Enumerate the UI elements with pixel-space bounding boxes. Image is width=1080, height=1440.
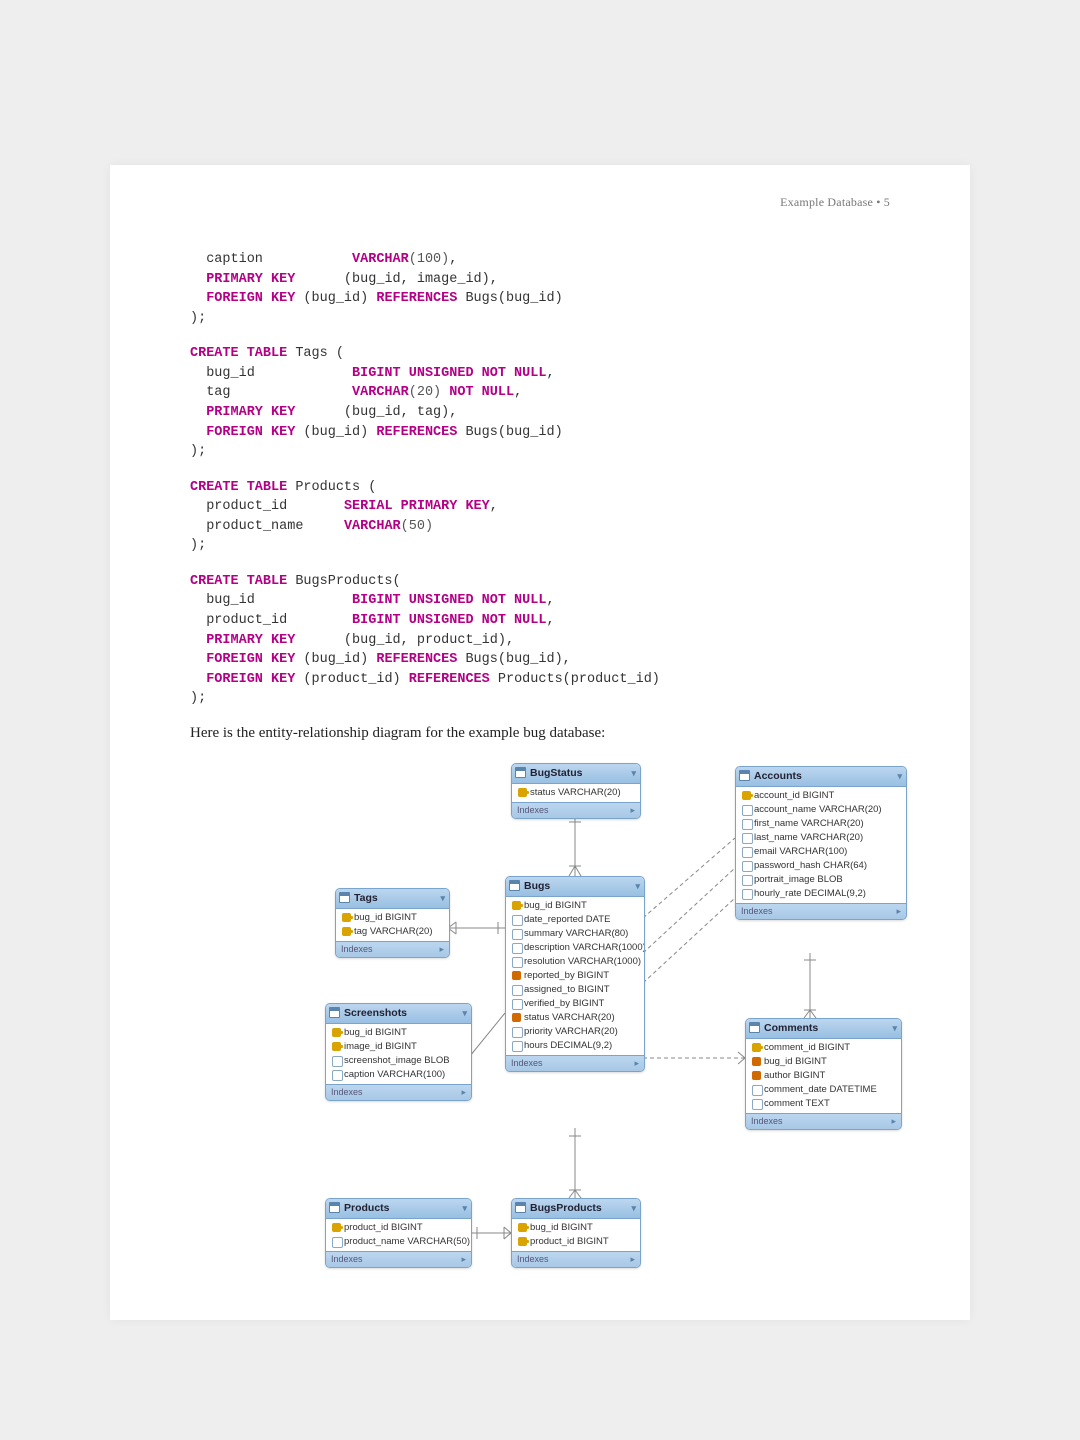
entity-comments: Comments▾ comment_id BIGINT bug_id BIGIN… xyxy=(745,1018,902,1130)
column: status VARCHAR(20) xyxy=(516,786,636,800)
entity-products: Products▾ product_id BIGINT product_name… xyxy=(325,1198,472,1268)
table-icon xyxy=(749,1022,760,1033)
entity-bugsproducts: BugsProducts▾ bug_id BIGINT product_id B… xyxy=(511,1198,641,1268)
entity-screenshots: Screenshots▾ bug_id BIGINT image_id BIGI… xyxy=(325,1003,472,1101)
table-icon xyxy=(515,767,526,778)
running-head: Example Database • 5 xyxy=(780,195,890,210)
table-icon xyxy=(329,1202,340,1213)
table-icon xyxy=(515,1202,526,1213)
entity-title-label: Accounts xyxy=(754,770,802,782)
sql-block-bugsproducts: CREATE TABLE BugsProducts( bug_id BIGINT… xyxy=(190,572,900,709)
chevron-down-icon: ▾ xyxy=(897,771,902,782)
arrow-icon: ▸ xyxy=(630,805,635,816)
table-icon xyxy=(739,770,750,781)
er-diagram: BugStatus ▾ status VARCHAR(20) Indexes▸ … xyxy=(280,758,920,1318)
page-content: caption VARCHAR(100), PRIMARY KEY (bug_i… xyxy=(190,250,900,1318)
er-caption: Here is the entity-relationship diagram … xyxy=(190,725,900,742)
entity-accounts: Accounts ▾ account_id BIGINT account_nam… xyxy=(735,766,907,920)
entity-indexes: Indexes▸ xyxy=(512,802,640,818)
entity-title: Accounts ▾ xyxy=(736,767,906,787)
entity-bugs: Bugs▾ bug_id BIGINT date_reported DATE s… xyxy=(505,876,645,1072)
book-page: Example Database • 5 caption VARCHAR(100… xyxy=(110,165,970,1320)
viewport: Example Database • 5 caption VARCHAR(100… xyxy=(0,0,1080,1440)
key-icon xyxy=(518,788,527,797)
table-icon xyxy=(509,880,520,891)
sql-block-tags: CREATE TABLE Tags ( bug_id BIGINT UNSIGN… xyxy=(190,344,900,461)
table-icon xyxy=(329,1007,340,1018)
chevron-down-icon: ▾ xyxy=(631,768,636,779)
table-icon xyxy=(339,892,350,903)
entity-title-label: BugStatus xyxy=(530,767,583,779)
entity-columns: account_id BIGINT account_name VARCHAR(2… xyxy=(736,787,906,903)
sql-block-prev-continued: caption VARCHAR(100), PRIMARY KEY (bug_i… xyxy=(190,250,900,328)
entity-tags: Tags▾ bug_id BIGINT tag VARCHAR(20) Inde… xyxy=(335,888,450,958)
entity-bugstatus: BugStatus ▾ status VARCHAR(20) Indexes▸ xyxy=(511,763,641,819)
entity-columns: status VARCHAR(20) xyxy=(512,784,640,802)
entity-title: BugStatus ▾ xyxy=(512,764,640,784)
sql-block-products: CREATE TABLE Products ( product_id SERIA… xyxy=(190,478,900,556)
